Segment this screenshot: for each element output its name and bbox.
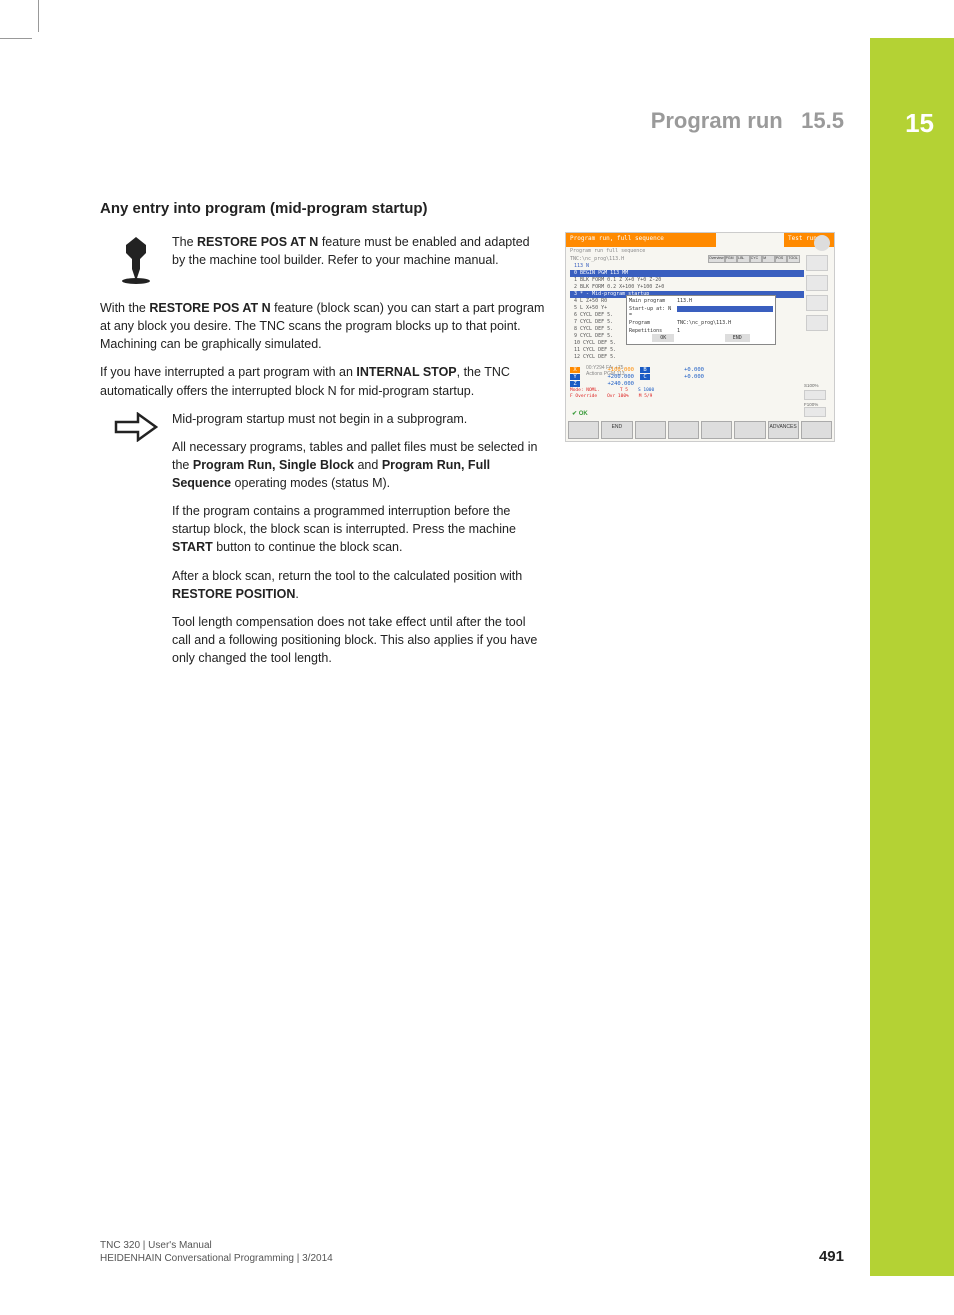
machine-tool-icon (100, 233, 172, 285)
scr-subtitle: Program run full sequence (566, 247, 834, 255)
note-p2: All necessary programs, tables and palle… (172, 438, 542, 492)
crop-mark-horizontal (0, 38, 32, 39)
section-header: Program run 15.5 (0, 108, 954, 134)
body-paragraph-1: With the RESTORE POS AT N feature (block… (100, 299, 545, 353)
scr-side-buttons (806, 255, 832, 335)
note-p4: After a block scan, return the tool to t… (172, 567, 542, 603)
footer-line-2: HEIDENHAIN Conversational Programming | … (100, 1252, 333, 1265)
note-p5: Tool length compensation does not take e… (172, 613, 542, 667)
note-p3: If the program contains a programmed int… (172, 502, 542, 556)
scr-dialog-ok[interactable]: OK (652, 334, 674, 342)
section-title: Program run (651, 108, 783, 133)
page-number: 491 (819, 1248, 844, 1265)
note-arrow-icon (100, 410, 172, 442)
chapter-sidebar: 15 (870, 38, 954, 1276)
section-number: 15.5 (801, 108, 844, 133)
intro-paragraph: The RESTORE POS AT N feature must be ena… (172, 233, 542, 269)
page-footer: TNC 320 | User's Manual HEIDENHAIN Conve… (100, 1239, 844, 1265)
scr-coordinate-display: X+100.000B+0.000 Y+200.000C+0.000 Z+240.… (570, 367, 804, 400)
scr-dialog-end[interactable]: END (725, 334, 750, 342)
tnc-screenshot: Program run, full sequence Test run Prog… (565, 232, 835, 442)
body-paragraph-2: If you have interrupted a part program w… (100, 363, 545, 399)
crop-mark-vertical (38, 0, 39, 32)
scr-ok-indicator: ✔ OK (572, 410, 588, 417)
note-p1: Mid-program startup must not begin in a … (172, 410, 542, 428)
scr-startup-dialog: Main program113.H Start-up at: N = Progr… (626, 295, 776, 345)
scr-softkey-row: END ADVANCES (568, 421, 832, 439)
gear-icon (814, 235, 830, 251)
page-heading: Any entry into program (mid-program star… (100, 200, 840, 217)
footer-line-1: TNC 320 | User's Manual (100, 1239, 333, 1252)
scr-mode-label: Program run, full sequence (566, 233, 716, 247)
scr-info-tabs: Overview PGM LBL CYC M POS TOOL (708, 255, 800, 263)
